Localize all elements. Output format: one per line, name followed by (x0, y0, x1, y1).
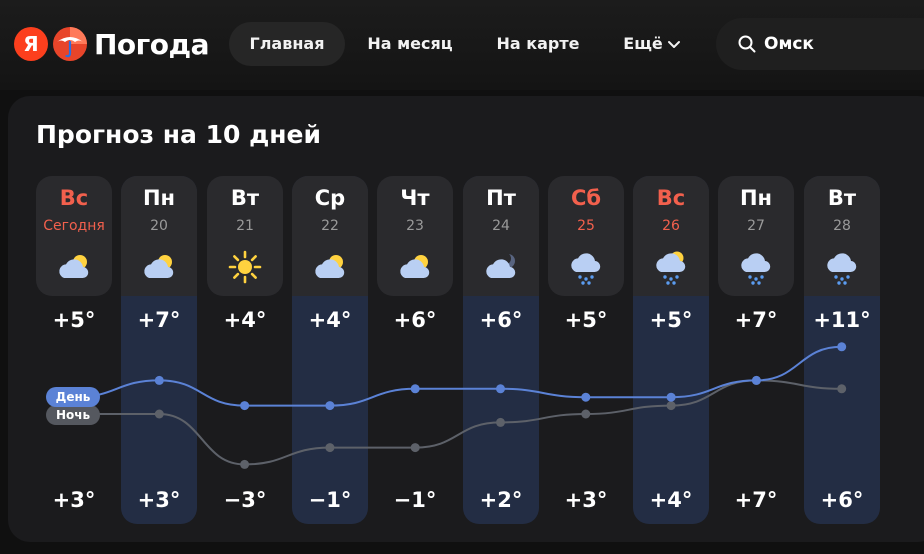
day-temperature: +6° (393, 308, 437, 332)
yandex-weather-logo[interactable]: Я Погода (14, 25, 210, 63)
partly-cloudy-icon (315, 255, 345, 279)
night-temperature: +7° (734, 488, 778, 512)
partly-cloudy-icon (400, 255, 430, 279)
section-title: Прогноз на 10 дней (36, 120, 322, 149)
nav-more[interactable]: Ещё (612, 22, 692, 66)
day-temperature: +11° (813, 308, 871, 332)
weekday-label: Вт (827, 186, 857, 210)
date-label: 25 (577, 218, 595, 234)
day-temperature: +5° (52, 308, 96, 332)
logo-text: Погода (94, 27, 210, 61)
night-series-label: Ночь (46, 405, 100, 425)
partly-cloudy-icon (144, 255, 174, 279)
date-label: 22 (321, 218, 339, 234)
night-temperature: −3° (223, 488, 267, 512)
weekday-label: Пт (486, 186, 516, 210)
night-temperature: +3° (137, 488, 181, 512)
date-label: 24 (492, 218, 510, 234)
chevron-down-icon (667, 41, 680, 48)
night-temperature: +2° (479, 488, 523, 512)
date-label: 20 (150, 218, 168, 234)
nav-map[interactable]: На карте (487, 22, 589, 66)
weekday-label: Вс (59, 186, 89, 210)
day-temperature: +5° (564, 308, 608, 332)
weekday-label: Пн (142, 186, 176, 210)
nav-more-label: Ещё (623, 34, 663, 53)
weekday-label: Чт (400, 186, 430, 210)
sun-cloud-rain-icon (656, 251, 686, 285)
weekday-label: Вс (656, 186, 686, 210)
date-label: Сегодня (43, 218, 105, 234)
date-label: 23 (406, 218, 424, 234)
weekday-label: Сб (570, 186, 602, 210)
cloudy-moon-icon (486, 252, 516, 279)
date-label: 28 (833, 218, 851, 234)
cloud-rain-icon (741, 253, 771, 285)
night-temperature: −1° (393, 488, 437, 512)
day-temperature: +4° (308, 308, 352, 332)
day-temperature: +7° (137, 308, 181, 332)
yandex-logo-icon: Я (14, 27, 48, 61)
day-series-label: День (46, 387, 100, 407)
search-input[interactable]: Омск (716, 18, 924, 70)
night-temperature: +3° (52, 488, 96, 512)
sun-icon (228, 250, 262, 284)
night-temperature: −1° (308, 488, 352, 512)
partly-cloudy-icon (59, 255, 89, 279)
weekday-label: Вт (230, 186, 260, 210)
day-temperature: +5° (649, 308, 693, 332)
night-temperature: +4° (649, 488, 693, 512)
day-temperature: +7° (734, 308, 778, 332)
day-temperature: +6° (479, 308, 523, 332)
weekday-label: Ср (314, 186, 346, 210)
night-temperature: +6° (820, 488, 864, 512)
nav-main[interactable]: Главная (229, 22, 345, 66)
date-label: 21 (236, 218, 254, 234)
date-label: 27 (747, 218, 765, 234)
cloud-rain-icon (827, 253, 857, 285)
search-icon (738, 35, 756, 53)
cloud-rain-icon (571, 253, 601, 285)
umbrella-logo-icon (53, 27, 87, 61)
weekday-label: Пн (739, 186, 773, 210)
day-temperature: +4° (223, 308, 267, 332)
night-temperature: +3° (564, 488, 608, 512)
search-value: Омск (764, 34, 814, 54)
date-label: 26 (662, 218, 680, 234)
nav-month[interactable]: На месяц (357, 22, 463, 66)
